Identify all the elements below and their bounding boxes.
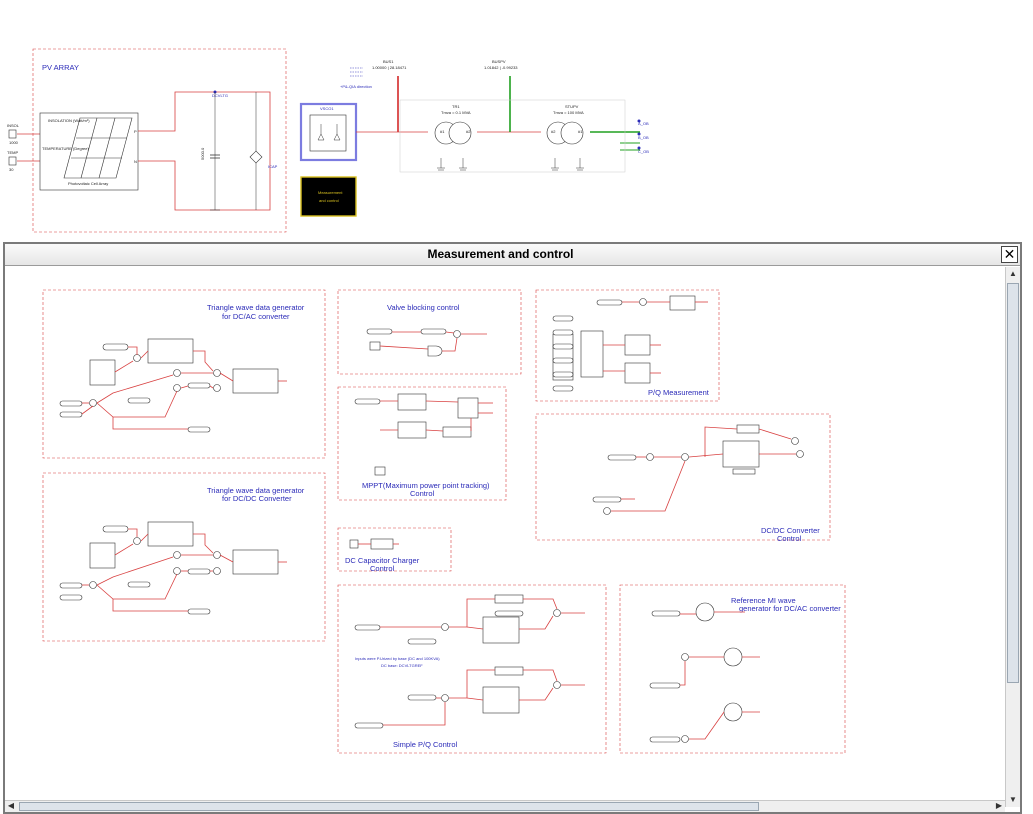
input-note2: DC base: DCVLTGREF: [381, 663, 423, 668]
svg-text:#1: #1: [578, 129, 583, 134]
icap-label: ICAP: [268, 164, 278, 169]
phase-b-label: B_OB: [638, 135, 649, 140]
insolation-label: INSOLATION (Watt/m²): [48, 118, 90, 123]
insol-input-label: INSOL: [7, 123, 20, 128]
simple-pq-diagram: [354, 594, 585, 729]
ref-mi-diagram: [649, 602, 760, 743]
control-canvas: Triangle wave data generator for DC/AC c…: [42, 289, 846, 754]
dccap-title2: Control: [370, 564, 395, 573]
svg-text:N: N: [134, 159, 137, 164]
simple-pq-title: Simple P/Q Control: [393, 740, 458, 749]
temp-input-label: TEMP: [7, 150, 18, 155]
svg-text:P: P: [134, 129, 137, 134]
valve-diagram: [366, 328, 487, 357]
svg-text:#2: #2: [466, 129, 471, 134]
measurement-control-window: Measurement and control ✕ Triangle wave …: [3, 242, 1022, 814]
pq-direction: +P&-QIA direction: [340, 84, 372, 89]
input-note1: Inputs were P.Urized by base (DC and 100…: [355, 656, 440, 661]
dcvltg-label: DCVLTG: [212, 93, 228, 98]
vsc-label: VSCO1: [320, 106, 334, 111]
dcdc-title2: Control: [777, 534, 802, 543]
insol-slider[interactable]: [8, 129, 17, 139]
tr1-name: TR1: [452, 104, 460, 109]
valve-title: Valve blocking control: [387, 303, 460, 312]
tri-dc-diagram: [59, 521, 287, 615]
window-titlebar[interactable]: Measurement and control ✕: [5, 244, 1020, 266]
mppt-title2: Control: [410, 489, 435, 498]
dcdc-region: [535, 413, 831, 541]
bus1-name: BUS1: [383, 59, 394, 64]
vertical-scroll-thumb[interactable]: [1007, 283, 1019, 683]
current-meter-icon: [249, 92, 263, 210]
close-button[interactable]: ✕: [1001, 246, 1018, 263]
phase-c-label: C_OB: [638, 149, 649, 154]
buspv-values: 1.01842 | -0.99233: [484, 65, 518, 70]
main-schematic: PV ARRAY INSOL 1000 TEMP 30 INSOLATION (…: [7, 48, 649, 233]
phase-a-label: A_OB: [638, 121, 649, 126]
svg-text:#2: #2: [551, 129, 556, 134]
tri-ac-title2: for DC/AC converter: [222, 312, 290, 321]
measurement-module-line2: and control: [319, 198, 339, 203]
tri-dc-title2: for DC/DC Converter: [222, 494, 292, 503]
tr1-rating: Tmva = 0.1 MVA: [441, 110, 471, 115]
horizontal-scrollbar[interactable]: ◀ ▶: [5, 800, 1005, 812]
cell-array-label: Photovoltaic Cell Array: [68, 181, 108, 186]
dcdc-diagram: [592, 424, 804, 515]
tri-ac-title1: Triangle wave data generator: [207, 303, 305, 312]
pq-meas-diagram: [552, 295, 708, 392]
measurement-control-module[interactable]: [300, 176, 357, 217]
window-title: Measurement and control: [427, 247, 574, 261]
scroll-down-arrow-icon[interactable]: ▼: [1006, 793, 1020, 807]
ref-mi-title2: generator for DC/AC converter: [739, 604, 841, 613]
vertical-scrollbar[interactable]: ▲ ▼: [1005, 267, 1020, 807]
bus1-values: 1.00000 | 28.18471: [372, 65, 407, 70]
temp-value: 30: [9, 167, 14, 172]
temp-slider[interactable]: [8, 156, 17, 166]
horizontal-scroll-thumb[interactable]: [19, 802, 759, 811]
measurement-module-line1: Measurement: [318, 190, 343, 195]
mppt-diagram: [354, 393, 493, 476]
buspv-name: BUSPV: [492, 59, 506, 64]
stupv-rating: Tmva = 100 MVA: [553, 110, 584, 115]
temperature-label: TEMPERATURE (Degree): [42, 146, 89, 151]
svg-text:#1: #1: [440, 129, 445, 134]
insol-value: 1000: [9, 140, 19, 145]
stupv-name: STUPV: [565, 104, 579, 109]
tri-ac-diagram: [59, 338, 287, 433]
dccap-diagram: [349, 538, 399, 550]
cap-value: 5000.0: [200, 147, 205, 160]
scroll-left-arrow-icon[interactable]: ◀: [5, 800, 17, 812]
scroll-right-arrow-icon[interactable]: ▶: [993, 800, 1005, 812]
pv-array-label: PV ARRAY: [42, 63, 79, 72]
pq-meas-title: P/Q Measurement: [648, 388, 710, 397]
scroll-up-arrow-icon[interactable]: ▲: [1006, 267, 1020, 281]
